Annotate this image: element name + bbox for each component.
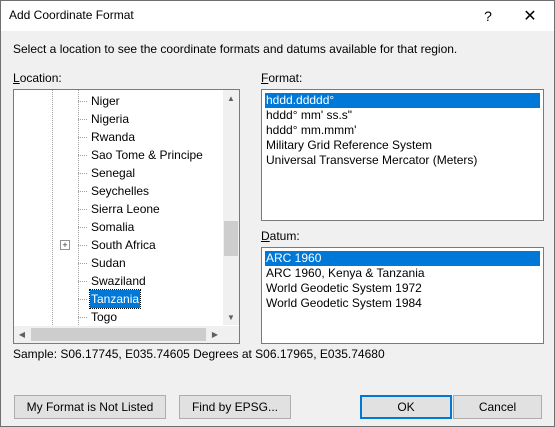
tree-item-label: Sao Tome & Principe [91, 148, 203, 162]
format-list-item[interactable]: Universal Transverse Mercator (Meters) [265, 153, 540, 168]
format-list-item[interactable]: hddd.ddddd° [265, 93, 540, 108]
tree-item-label: Sudan [91, 256, 126, 270]
tree-item-label: Rwanda [91, 130, 136, 144]
datum-list-item[interactable]: World Geodetic System 1972 [265, 281, 540, 296]
format-list-item[interactable]: Military Grid Reference System [265, 138, 540, 153]
tree-connector-line [78, 191, 87, 192]
tree-item-label: Togo [91, 310, 118, 324]
scroll-up-arrow-icon[interactable]: ▲ [223, 90, 239, 106]
location-tree[interactable]: Niger Nigeria Rwanda Sao Tome & Principe Sen… [13, 89, 240, 344]
tree-connector-line [78, 227, 87, 228]
instruction-text: Select a location to see the coordinate … [13, 42, 458, 56]
datum-list-item[interactable]: World Geodetic System 1984 [265, 296, 540, 311]
location-label: Location: [13, 71, 62, 85]
tree-connector-line [78, 263, 87, 264]
vertical-scroll-thumb[interactable] [224, 221, 238, 256]
dialog-title: Add Coordinate Format [9, 8, 134, 22]
tree-item-label: Tanzania [88, 289, 142, 309]
close-button[interactable]: ✕ [513, 1, 547, 31]
datum-label: Datum: [261, 229, 300, 243]
cancel-button[interactable]: Cancel [453, 395, 542, 419]
scroll-down-arrow-icon[interactable]: ▼ [223, 309, 239, 325]
tree-connector-line [78, 209, 87, 210]
tree-connector-line [78, 137, 87, 138]
tree-item-label: Senegal [91, 166, 136, 180]
datum-list-item[interactable]: ARC 1960 [265, 251, 540, 266]
tree-item-label: Sierra Leone [91, 202, 160, 216]
tree-item-label: Somalia [91, 220, 135, 234]
add-coordinate-format-dialog: Add Coordinate Format ? ✕ Select a locat… [0, 0, 555, 427]
scroll-left-arrow-icon[interactable]: ◀ [14, 326, 30, 342]
tree-connector-line [78, 245, 87, 246]
my-format-not-listed-button[interactable]: My Format is Not Listed [14, 395, 166, 419]
format-list-item[interactable]: hddd° mm' ss.s" [265, 108, 540, 123]
tree-item-label: Swaziland [91, 274, 146, 288]
tree-connector-line [78, 101, 87, 102]
tree-connector-line [78, 119, 87, 120]
expand-plus-icon[interactable]: + [60, 240, 70, 250]
help-button[interactable]: ? [471, 1, 505, 31]
tree-item-label: South Africa [91, 238, 156, 252]
tree-connector-line [78, 299, 87, 300]
horizontal-scroll-thumb[interactable] [31, 328, 206, 341]
tree-connector-line [78, 317, 87, 318]
scroll-right-arrow-icon[interactable]: ▶ [207, 326, 223, 342]
tree-item-label: Nigeria [91, 112, 130, 126]
format-label: Format: [261, 71, 303, 85]
find-by-epsg-button[interactable]: Find by EPSG... [179, 395, 291, 419]
horizontal-scrollbar[interactable]: ◀ ▶ [14, 326, 223, 343]
tree-connector-line [52, 90, 53, 325]
datum-list[interactable]: ARC 1960 ARC 1960, Kenya & Tanzania World … [261, 247, 544, 344]
scrollbar-corner [223, 326, 239, 343]
datum-list-item[interactable]: ARC 1960, Kenya & Tanzania [265, 266, 540, 281]
tree-connector-line [78, 155, 87, 156]
tree-item-label: Seychelles [91, 184, 150, 198]
tree-connector-line [78, 281, 87, 282]
tree-connector-line [78, 173, 87, 174]
tree-item-label: Niger [91, 94, 120, 108]
tree-connector-line [78, 90, 79, 325]
format-list[interactable]: hddd.ddddd° hddd° mm' ss.s" hddd° mm.mmm' M… [261, 89, 544, 221]
ok-button[interactable]: OK [360, 395, 452, 419]
title-bar: Add Coordinate Format ? ✕ [1, 1, 554, 31]
format-list-item[interactable]: hddd° mm.mmm' [265, 123, 540, 138]
vertical-scrollbar[interactable]: ▲ ▼ [223, 90, 239, 325]
sample-text: Sample: S06.17745, E035.74605 Degrees at… [13, 347, 385, 361]
